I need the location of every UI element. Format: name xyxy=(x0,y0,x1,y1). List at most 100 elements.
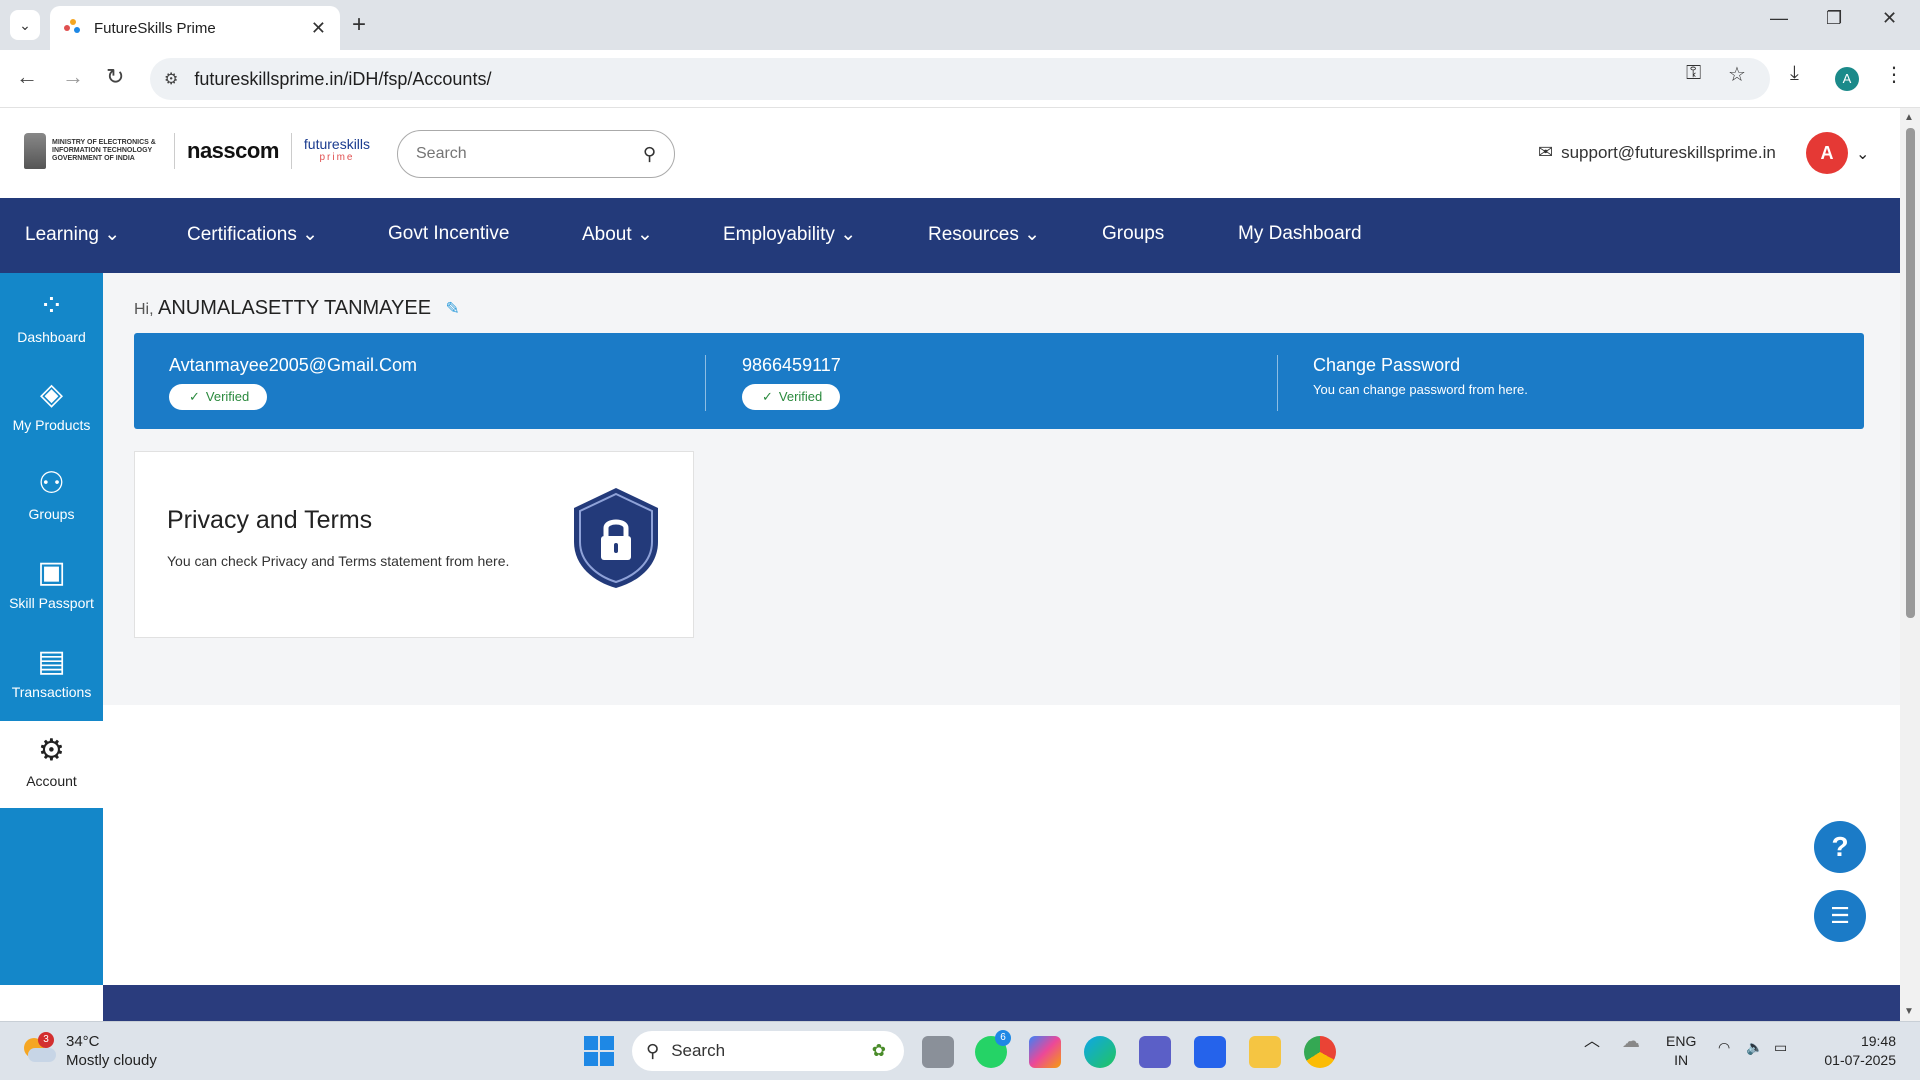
futureskills-logo: futureskills prime xyxy=(304,137,370,165)
minimize-icon[interactable]: — xyxy=(1770,8,1788,29)
volume-icon[interactable]: 🔈 xyxy=(1746,1038,1763,1057)
nav-groups[interactable]: Groups xyxy=(1102,223,1164,245)
sidebar-item-label: Groups xyxy=(28,506,75,522)
clock-time: 19:48 xyxy=(1860,1033,1896,1049)
close-tab-icon[interactable]: ✕ xyxy=(311,18,326,39)
page-scrollbar[interactable]: ▲ ▼ xyxy=(1900,108,1920,1021)
taskbar-search-label: Search xyxy=(671,1041,726,1060)
edge-icon[interactable] xyxy=(1084,1036,1116,1068)
scroll-up-icon[interactable]: ▲ xyxy=(1904,112,1914,123)
browser-profile-avatar[interactable]: A xyxy=(1835,67,1859,91)
support-email: support@futureskillsprime.in xyxy=(1561,142,1776,162)
onedrive-cloud-icon[interactable]: ☁ xyxy=(1622,1032,1640,1051)
lang-bottom: IN xyxy=(1674,1052,1689,1068)
partner-logos[interactable]: MINISTRY OF ELECTRONICS & INFORMATION TE… xyxy=(24,133,370,169)
restore-icon[interactable]: ❐ xyxy=(1826,8,1842,29)
new-tab-button[interactable]: + xyxy=(352,10,366,40)
copilot-icon[interactable] xyxy=(1029,1036,1061,1068)
sidebar-item-dashboard[interactable]: ⁘ Dashboard xyxy=(0,287,103,363)
user-avatar[interactable]: A xyxy=(1806,132,1848,174)
back-icon[interactable]: ← xyxy=(16,64,38,90)
download-icon[interactable]: ⤓ xyxy=(1790,62,1799,85)
edit-pencil-icon[interactable]: ✎ xyxy=(446,299,460,318)
sidebar-item-label: Account xyxy=(26,773,77,789)
nav-label: Groups xyxy=(1102,223,1165,244)
lang-top: ENG xyxy=(1666,1033,1697,1049)
check-icon: ✓ xyxy=(762,389,773,404)
chrome-icon[interactable] xyxy=(1304,1036,1336,1068)
layers-icon: ◈ xyxy=(39,378,64,411)
fsp-logo-sub: prime xyxy=(319,152,355,163)
sidebar-item-groups[interactable]: ⚇ Groups xyxy=(0,464,103,540)
email-section: Avtanmayee2005@Gmail.Com ✓ Verified xyxy=(169,355,417,410)
nav-certifications[interactable]: Certifications ⌄ xyxy=(187,223,318,246)
wifi-icon[interactable]: ◠ xyxy=(1718,1038,1730,1057)
nav-label: About xyxy=(582,224,632,245)
weather-temp: 34°C xyxy=(66,1033,100,1050)
reload-icon[interactable]: ↻ xyxy=(106,64,124,90)
language-indicator[interactable]: ENG IN xyxy=(1666,1032,1696,1070)
nav-label: My Dashboard xyxy=(1238,223,1362,244)
privacy-sub: You can check Privacy and Terms statemen… xyxy=(167,553,510,569)
battery-icon[interactable]: ▭ xyxy=(1774,1038,1787,1057)
sidebar-item-label: My Products xyxy=(12,417,91,433)
change-password-link[interactable]: Change Password You can change password … xyxy=(1313,355,1528,397)
bookmark-star-icon[interactable]: ☆ xyxy=(1728,62,1746,87)
password-key-icon[interactable]: ⚿ xyxy=(1686,62,1701,85)
nav-label: Learning xyxy=(25,224,99,245)
chevron-down-icon: ⌄ xyxy=(840,224,857,245)
window-close-icon[interactable]: ✕ xyxy=(1882,8,1897,29)
account-settings-icon: ⚙ xyxy=(38,734,65,767)
file-explorer-icon[interactable] xyxy=(1249,1036,1281,1068)
divider xyxy=(290,133,292,169)
verified-label: Verified xyxy=(778,389,823,404)
sidebar-item-my-products[interactable]: ◈ My Products xyxy=(0,375,103,451)
chevron-down-icon: ⌄ xyxy=(636,224,653,245)
whatsapp-icon[interactable]: 6 xyxy=(975,1030,1011,1068)
national-emblem-icon xyxy=(24,133,46,169)
card-icon: ▤ xyxy=(37,645,66,678)
weather-widget[interactable]: 3 34°C Mostly cloudy xyxy=(20,1032,157,1070)
tray-overflow-icon[interactable]: ︿ xyxy=(1584,1032,1600,1051)
scroll-down-icon[interactable]: ▼ xyxy=(1904,1006,1914,1017)
browser-menu-icon[interactable]: ⋮ xyxy=(1884,62,1904,87)
teams-icon[interactable] xyxy=(1139,1036,1171,1068)
divider xyxy=(705,355,706,411)
meity-text: MINISTRY OF ELECTRONICS & INFORMATION TE… xyxy=(52,139,156,162)
sidebar-item-transactions[interactable]: ▤ Transactions xyxy=(0,642,103,718)
forward-icon[interactable]: → xyxy=(62,64,84,90)
task-view-icon[interactable] xyxy=(922,1036,954,1068)
help-button[interactable]: ? xyxy=(1814,821,1866,873)
nav-learning[interactable]: Learning ⌄ xyxy=(25,223,120,246)
nav-about[interactable]: About ⌄ xyxy=(582,223,653,246)
support-link[interactable]: ✉ support@futureskillsprime.in xyxy=(1538,142,1776,163)
search-icon[interactable]: ⚲ xyxy=(643,144,656,165)
nav-label: Govt Incentive xyxy=(388,223,510,244)
sidebar-item-account[interactable]: ⚙ Account xyxy=(0,721,103,808)
search-input[interactable] xyxy=(416,145,643,163)
nav-resources[interactable]: Resources ⌄ xyxy=(928,223,1040,246)
nav-my-dashboard[interactable]: My Dashboard xyxy=(1238,223,1362,245)
nav-label: Certifications xyxy=(187,224,297,245)
nav-employability[interactable]: Employability ⌄ xyxy=(723,223,856,246)
address-bar[interactable]: ⚙ futureskillsprime.in/iDH/fsp/Accounts/ xyxy=(150,58,1770,100)
sidebar-item-label: Skill Passport xyxy=(9,595,94,611)
scrollbar-thumb[interactable] xyxy=(1906,128,1915,618)
clock-date: 01-07-2025 xyxy=(1824,1052,1896,1068)
windows-start-icon[interactable] xyxy=(584,1036,614,1066)
privacy-terms-card[interactable]: Privacy and Terms You can check Privacy … xyxy=(134,451,694,638)
tab-search-button[interactable]: ⌄ xyxy=(10,10,40,40)
chevron-down-icon[interactable]: ⌄ xyxy=(1856,144,1869,164)
verified-label: Verified xyxy=(205,389,250,404)
site-info-icon[interactable]: ⚙ xyxy=(164,69,178,89)
system-clock[interactable]: 19:48 01-07-2025 xyxy=(1816,1032,1896,1070)
chat-button[interactable]: ☰ xyxy=(1814,890,1866,942)
change-password-title: Change Password xyxy=(1313,355,1461,375)
browser-tab[interactable]: FutureSkills Prime ✕ xyxy=(50,6,340,50)
user-name: ANUMALASETTY TANMAYEE xyxy=(158,297,432,319)
sidebar-item-skill-passport[interactable]: ▣ Skill Passport xyxy=(0,553,103,629)
site-search-box[interactable]: ⚲ xyxy=(397,130,675,178)
store-icon[interactable] xyxy=(1194,1036,1226,1068)
nav-govt-incentive[interactable]: Govt Incentive xyxy=(388,223,509,245)
taskbar-search[interactable]: ⚲ Search ✿ xyxy=(632,1031,904,1071)
